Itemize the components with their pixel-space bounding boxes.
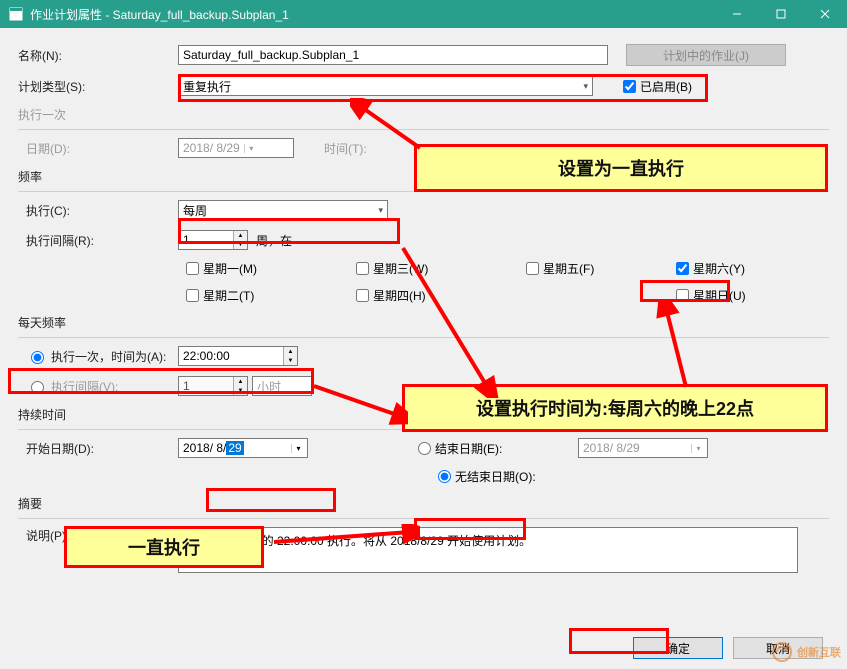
schedule-type-combo[interactable]: 重复执行 ▾ [178, 76, 593, 96]
jobs-in-schedule-button: 计划中的作业(J) [626, 44, 786, 66]
no-end-date-radio[interactable]: 无结束日期(O): [438, 468, 536, 485]
annotation-always-exec: 设置为一直执行 [414, 144, 828, 192]
recurs-spinner[interactable]: ▲▼ [178, 230, 248, 250]
spin-up-icon[interactable]: ▲ [234, 231, 247, 240]
enabled-checkbox-input[interactable] [623, 80, 636, 93]
minimize-button[interactable] [715, 0, 759, 28]
monday-checkbox[interactable]: 星期一(M) [186, 260, 356, 277]
once-date-picker: 2018/ 8/29 ▾ [178, 138, 294, 158]
occurs-every-radio[interactable]: 执行间隔(V): [18, 378, 178, 395]
schedule-type-value: 重复执行 [183, 78, 231, 95]
once-time-value[interactable] [179, 347, 283, 365]
daily-section-title: 每天频率 [18, 314, 829, 331]
every-unit-combo: 小时 [252, 376, 312, 396]
calendar-dropdown-icon: ▾ [244, 144, 258, 153]
spin-up-icon[interactable]: ▲ [284, 347, 297, 356]
start-date-label: 开始日期(D): [18, 440, 178, 457]
start-date-picker[interactable]: 2018/ 8/29 ▾ [178, 438, 308, 458]
recurs-label: 执行间隔(R): [18, 232, 178, 249]
name-input[interactable] [178, 45, 608, 65]
watermark: 创新互联 [771, 641, 841, 663]
tuesday-checkbox[interactable]: 星期二(T) [186, 287, 356, 304]
recurs-value[interactable] [179, 231, 233, 249]
thursday-checkbox[interactable]: 星期四(H) [356, 287, 526, 304]
friday-checkbox[interactable]: 星期五(F) [526, 260, 676, 277]
calendar-dropdown-icon: ▾ [691, 444, 705, 453]
titlebar: 作业计划属性 - Saturday_full_backup.Subplan_1 [0, 0, 847, 28]
dialog-content: 名称(N): 计划中的作业(J) 计划类型(S): 重复执行 ▾ 已启用(B) … [0, 28, 847, 669]
saturday-checkbox[interactable]: 星期六(Y) [676, 260, 745, 277]
occurs-once-radio[interactable]: 执行一次，时间为(A): [18, 348, 178, 365]
chevron-down-icon: ▾ [378, 205, 383, 216]
chevron-down-icon: ▾ [583, 81, 588, 92]
once-section-title: 执行一次 [18, 106, 178, 123]
desc-textarea[interactable]: 在每周 星期六 的 22:00:00 执行。将从 2018/8/29 开始使用计… [178, 527, 798, 573]
occurs-value: 每周 [183, 202, 207, 219]
occurs-combo[interactable]: 每周 ▾ [178, 200, 388, 220]
schedule-type-label: 计划类型(S): [18, 78, 178, 95]
maximize-button[interactable] [759, 0, 803, 28]
window-title: 作业计划属性 - Saturday_full_backup.Subplan_1 [30, 6, 715, 23]
once-time-label: 时间(T): [324, 140, 367, 157]
once-date-label: 日期(D): [18, 140, 178, 157]
calendar-dropdown-icon[interactable]: ▾ [291, 444, 305, 453]
wednesday-checkbox[interactable]: 星期三(W) [356, 260, 526, 277]
end-date-radio[interactable]: 结束日期(E): [418, 440, 578, 457]
end-date-picker: 2018/ 8/29 ▾ [578, 438, 708, 458]
spin-down-icon[interactable]: ▼ [234, 240, 247, 249]
once-date-value: 2018/ 8/29 [183, 141, 240, 155]
occurs-label: 执行(C): [18, 202, 178, 219]
annotation-exec-time: 设置执行时间为:每周六的晚上22点 [402, 384, 828, 432]
ok-button[interactable]: 确定 [633, 637, 723, 659]
once-time-spinner[interactable]: ▲▼ [178, 346, 298, 366]
every-spinner: ▲▼ [178, 376, 248, 396]
enabled-checkbox[interactable]: 已启用(B) [623, 78, 692, 95]
spin-down-icon[interactable]: ▼ [284, 356, 297, 365]
recurs-suffix: 周，在 [256, 232, 292, 249]
close-button[interactable] [803, 0, 847, 28]
sunday-checkbox[interactable]: 星期日(U) [676, 287, 746, 304]
summary-section-title: 摘要 [18, 495, 829, 512]
app-icon [8, 6, 24, 22]
annotation-always: 一直执行 [64, 526, 264, 568]
name-label: 名称(N): [18, 47, 178, 64]
enabled-label: 已启用(B) [640, 78, 692, 95]
